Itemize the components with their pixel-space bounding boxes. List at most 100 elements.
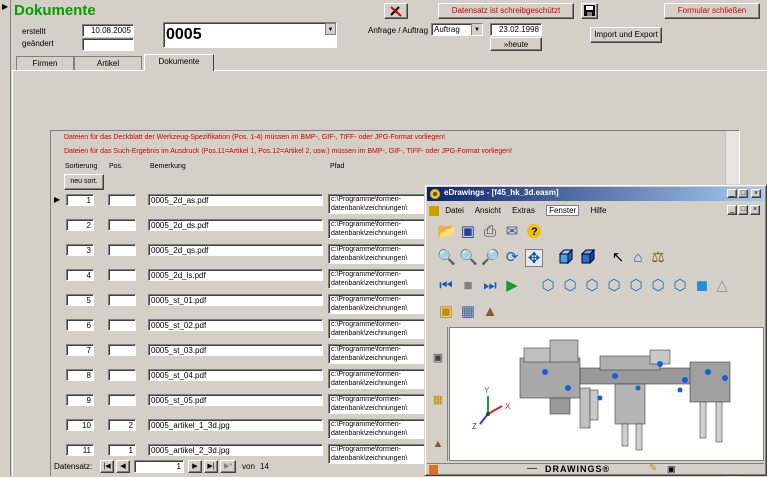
first-frame-icon[interactable]: ⏮ — [437, 277, 455, 295]
pos-field[interactable] — [108, 244, 136, 256]
new-sort-button[interactable]: neu sort. — [64, 174, 104, 190]
view-left-icon[interactable]: ⬡ — [583, 277, 601, 295]
measure-icon[interactable]: ⚖ — [649, 249, 667, 267]
play-icon[interactable]: ▶ — [503, 277, 521, 295]
save-button[interactable] — [581, 3, 598, 19]
view-shaded-cube-icon[interactable]: ◼ — [693, 277, 711, 295]
pos-field[interactable] — [108, 319, 136, 331]
menu-ansicht[interactable]: Ansicht — [475, 206, 501, 215]
help-icon[interactable]: ? — [525, 223, 543, 241]
view-right-icon[interactable]: ⬡ — [605, 277, 623, 295]
first-record-button[interactable]: |◀ — [100, 460, 114, 473]
child-minimize-button[interactable]: _ — [727, 205, 737, 215]
view-back-icon[interactable]: ⬡ — [561, 277, 579, 295]
sort-field[interactable]: 9 — [66, 394, 94, 406]
stamp-icon[interactable]: ▲ — [481, 303, 499, 321]
menu-fenster[interactable]: Fenster — [546, 205, 580, 216]
tab-firmen[interactable]: Firmen — [16, 56, 74, 70]
edrawings-titlebar[interactable]: eDrawings - [f45_hk_3d.easm] _ □ × — [427, 187, 764, 201]
zoom-fit-icon[interactable]: 🔍 — [437, 249, 456, 267]
sort-field[interactable]: 6 — [66, 319, 94, 331]
minimize-button[interactable]: _ — [727, 189, 737, 198]
import-export-button[interactable]: Import und Export — [590, 27, 662, 43]
sort-field[interactable]: 11 — [66, 444, 94, 456]
tab-dokumente[interactable]: Dokumente — [144, 54, 214, 71]
menu-extras[interactable]: Extras — [512, 206, 535, 215]
zoom-in-icon[interactable]: 🔍 — [459, 249, 478, 267]
markup-status-icon[interactable]: ▣ — [667, 464, 676, 475]
next-record-button[interactable]: ▶ — [188, 460, 202, 473]
save-icon[interactable]: ▣ — [459, 223, 477, 241]
bemerkung-field[interactable]: 0005_2d_ds.pdf — [148, 219, 323, 231]
bemerkung-field[interactable]: 0005_2d_ls.pdf — [148, 269, 323, 281]
markup-tab-icon[interactable]: ▲ — [429, 435, 447, 453]
open-folder-icon[interactable]: 📂 — [437, 223, 456, 241]
bemerkung-field[interactable]: 0005_2d_qs.pdf — [148, 244, 323, 256]
bemerkung-field[interactable]: 0005_st_01.pdf — [148, 294, 323, 306]
erstellt-field[interactable]: 10.08.2005 — [82, 24, 134, 37]
doc-number-combo[interactable]: 0005 ▼ — [163, 22, 337, 48]
geaendert-field[interactable] — [82, 38, 134, 51]
pos-field[interactable] — [108, 269, 136, 281]
no-edit-button[interactable] — [384, 3, 408, 19]
hidden-lines-icon[interactable] — [579, 248, 597, 267]
sort-field[interactable]: 7 — [66, 344, 94, 356]
current-record-field[interactable]: 1 — [134, 460, 184, 473]
pos-field[interactable] — [108, 294, 136, 306]
rotate-icon[interactable]: ⟳ — [503, 249, 521, 267]
menu-datei[interactable]: Datei — [445, 206, 464, 215]
heute-button[interactable]: »heute — [490, 37, 542, 51]
print-icon[interactable]: ⎙ — [481, 223, 499, 241]
sort-field[interactable]: 4 — [66, 269, 94, 281]
date-field[interactable]: 23.02.1998 — [490, 23, 542, 36]
anfrage-select[interactable]: Auftrag ▼ — [431, 23, 483, 36]
close-button[interactable]: × — [751, 189, 761, 198]
view-bottom-icon[interactable]: ⬡ — [649, 277, 667, 295]
sort-field[interactable]: 8 — [66, 369, 94, 381]
zoom-area-icon[interactable]: 🔎 — [481, 249, 500, 267]
sort-field[interactable]: 10 — [66, 419, 94, 431]
pencil-icon[interactable]: ✎ — [649, 463, 657, 474]
bemerkung-field[interactable]: 0005_artikel_2_3d.jpg — [148, 444, 323, 456]
pan-icon[interactable]: ✥ — [525, 249, 543, 267]
bemerkung-field[interactable]: 0005_st_05.pdf — [148, 394, 323, 406]
next-frame-icon[interactable]: ⏭ — [481, 277, 499, 295]
last-record-button[interactable]: ▶| — [204, 460, 218, 473]
pos-field[interactable]: 1 — [108, 444, 136, 456]
new-record-button[interactable]: ▶* — [220, 460, 236, 473]
chevron-down-icon[interactable]: ▼ — [325, 23, 336, 35]
bemerkung-field[interactable]: 0005_st_02.pdf — [148, 319, 323, 331]
select-pointer-icon[interactable]: ↖ — [609, 249, 627, 267]
view-top-icon[interactable]: ⬡ — [627, 277, 645, 295]
bemerkung-field[interactable]: 0005_2d_as.pdf — [148, 194, 323, 206]
view-front-icon[interactable]: ⬡ — [539, 277, 557, 295]
components-tab-icon[interactable]: ▣ — [429, 349, 447, 367]
sort-field[interactable]: 5 — [66, 294, 94, 306]
bemerkung-field[interactable]: 0005_st_03.pdf — [148, 344, 323, 356]
pos-field[interactable] — [108, 369, 136, 381]
doc-icon[interactable] — [429, 205, 439, 216]
tape-measure-icon[interactable]: ▣ — [437, 303, 455, 321]
prev-record-button[interactable]: ◀ — [116, 460, 130, 473]
bemerkung-field[interactable]: 0005_artikel_1_3d.jpg — [148, 419, 323, 431]
child-close-button[interactable]: × — [750, 205, 760, 215]
sort-field[interactable]: 3 — [66, 244, 94, 256]
3d-viewport[interactable]: X Y Z — [449, 327, 764, 461]
parts-tab-icon[interactable]: ▦ — [429, 391, 447, 409]
sort-field[interactable]: 1 — [66, 194, 94, 206]
child-restore-button[interactable]: □ — [738, 205, 748, 215]
pos-field[interactable] — [108, 344, 136, 356]
tab-artikel[interactable]: Artikel — [74, 56, 142, 70]
mail-icon[interactable]: ✉ — [503, 223, 521, 241]
pos-field[interactable]: 2 — [108, 419, 136, 431]
menu-hilfe[interactable]: Hilfe — [590, 206, 606, 215]
pos-field[interactable] — [108, 394, 136, 406]
pos-field[interactable] — [108, 219, 136, 231]
home-icon[interactable]: ⌂ — [629, 249, 647, 267]
close-form-button[interactable]: Formular schließen — [664, 3, 760, 19]
view-plane-icon[interactable]: △ — [713, 277, 731, 295]
pos-field[interactable] — [108, 194, 136, 206]
stop-icon[interactable]: ■ — [459, 277, 477, 295]
maximize-button[interactable]: □ — [738, 189, 748, 198]
chevron-down-icon[interactable]: ▼ — [471, 24, 482, 35]
